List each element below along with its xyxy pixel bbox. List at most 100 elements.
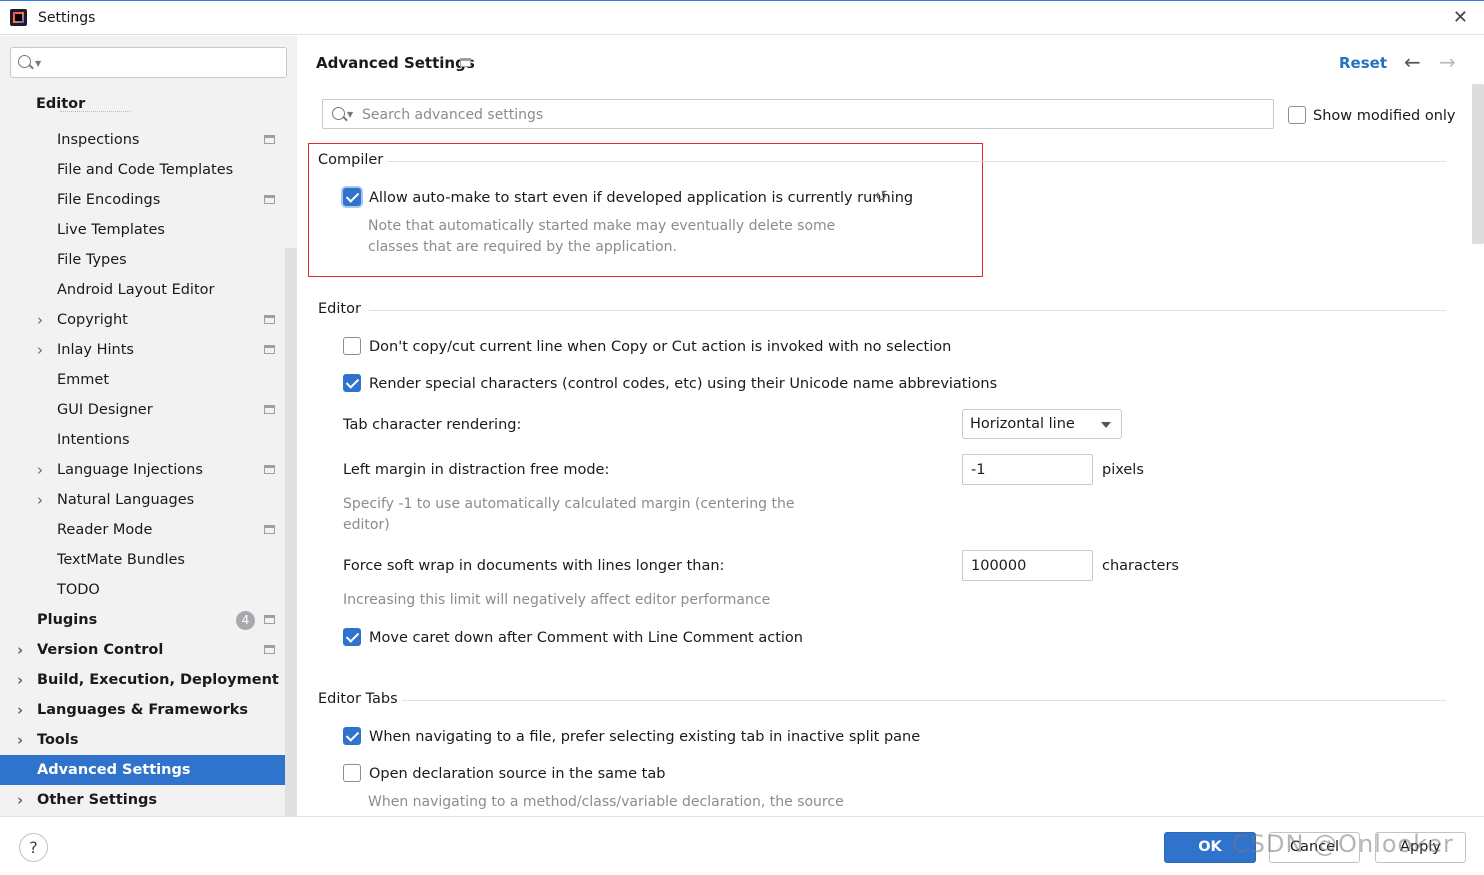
undo-icon[interactable]: ↺ <box>875 187 888 205</box>
advanced-settings-search-input[interactable] <box>362 104 1262 125</box>
sidebar-item-label: Advanced Settings <box>37 762 191 778</box>
show-modified-only-label: Show modified only <box>1313 108 1456 124</box>
sidebar-item-natural-languages[interactable]: › Natural Languages <box>0 485 285 515</box>
section-title-editor-tabs: Editor Tabs <box>318 691 398 707</box>
scrolled-item-remnant <box>60 108 130 112</box>
help-button[interactable]: ? <box>19 833 48 862</box>
section-divider <box>369 310 1446 311</box>
csdn-watermark: CSDN @Onlooker <box>1232 830 1454 858</box>
sidebar-item-intentions[interactable]: Intentions <box>0 425 285 455</box>
sidebar-item-reader-mode[interactable]: Reader Mode <box>0 515 285 545</box>
sidebar-item-plugins[interactable]: Plugins 4 <box>0 605 285 635</box>
sidebar-item-label: Languages & Frameworks <box>37 702 249 718</box>
chevron-down-icon: ▼ <box>347 110 354 119</box>
plugins-update-badge: 4 <box>236 611 255 630</box>
sidebar-item-emmet[interactable]: Emmet <box>0 365 285 395</box>
sidebar-item-inspections[interactable]: Inspections <box>0 125 285 155</box>
prefer-existing-tab-label: When navigating to a file, prefer select… <box>369 729 921 745</box>
sidebar-item-label: File Types <box>57 252 127 268</box>
sidebar-item-label: Live Templates <box>57 222 165 238</box>
sidebar-scrollbar[interactable] <box>285 248 297 816</box>
no-copy-line-label: Don't copy/cut current line when Copy or… <box>369 339 952 355</box>
left-margin-label: Left margin in distraction free mode: <box>343 462 610 478</box>
chevron-right-icon[interactable]: › <box>37 335 43 365</box>
sidebar-item-version-control[interactable]: › Version Control <box>0 635 285 665</box>
left-margin-unit: pixels <box>1102 462 1144 478</box>
open-declaration-same-tab-checkbox[interactable] <box>343 764 361 782</box>
sidebar-item-label: Copyright <box>57 312 128 328</box>
sidebar-item-tools[interactable]: › Tools <box>0 725 285 755</box>
page-title: Advanced Settings <box>316 54 475 72</box>
sidebar-item-file-types[interactable]: File Types <box>0 245 285 275</box>
project-scope-icon <box>264 465 275 474</box>
left-margin-note-line-2: editor) <box>343 517 390 533</box>
render-special-chars-checkbox[interactable] <box>343 374 361 392</box>
project-scope-icon <box>264 315 275 324</box>
tab-rendering-value: Horizontal line <box>970 416 1075 432</box>
show-modified-only-checkbox[interactable] <box>1288 106 1306 124</box>
project-scope-icon <box>264 405 275 414</box>
project-scope-icon <box>460 58 471 67</box>
chevron-right-icon[interactable]: › <box>37 485 43 515</box>
arrow-right-icon[interactable]: → <box>1439 50 1456 74</box>
sidebar-item-todo[interactable]: TODO <box>0 575 285 605</box>
reset-link[interactable]: Reset <box>1339 54 1387 72</box>
sidebar-item-inlay-hints[interactable]: › Inlay Hints <box>0 335 285 365</box>
auto-make-checkbox[interactable] <box>343 188 361 206</box>
project-scope-icon <box>264 525 275 534</box>
sidebar-item-label: File and Code Templates <box>57 162 234 178</box>
close-icon[interactable]: ✕ <box>1453 7 1468 28</box>
sidebar-item-languages-frameworks[interactable]: › Languages & Frameworks <box>0 695 285 725</box>
advanced-settings-search[interactable]: ▼ <box>322 99 1274 129</box>
sidebar-item-language-injections[interactable]: › Language Injections <box>0 455 285 485</box>
chevron-right-icon[interactable]: › <box>17 635 23 665</box>
sidebar-item-advanced-settings[interactable]: Advanced Settings <box>0 755 297 785</box>
no-copy-line-checkbox[interactable] <box>343 337 361 355</box>
intellij-app-icon <box>10 9 27 26</box>
sidebar-item-file-encodings[interactable]: File Encodings <box>0 185 285 215</box>
sidebar-item-label: Version Control <box>37 642 164 658</box>
sidebar-item-copyright[interactable]: › Copyright <box>0 305 285 335</box>
sidebar-item-label: Other Settings <box>37 792 158 808</box>
sidebar-item-label: Build, Execution, Deployment <box>37 672 279 688</box>
chevron-right-icon[interactable]: › <box>37 455 43 485</box>
move-caret-checkbox[interactable] <box>343 628 361 646</box>
sidebar-item-android-layout-editor[interactable]: Android Layout Editor <box>0 275 285 305</box>
auto-make-label: Allow auto-make to start even if develop… <box>369 190 914 206</box>
chevron-right-icon[interactable]: › <box>17 785 23 815</box>
chevron-right-icon[interactable]: › <box>17 725 23 755</box>
auto-make-note-line-2: classes that are required by the applica… <box>368 239 677 255</box>
project-scope-icon <box>264 195 275 204</box>
soft-wrap-input[interactable] <box>962 550 1093 581</box>
sidebar-item-label: TextMate Bundles <box>57 552 185 568</box>
sidebar-item-label: Reader Mode <box>57 522 153 538</box>
sidebar-item-other-settings[interactable]: › Other Settings <box>0 785 285 815</box>
prefer-existing-tab-checkbox[interactable] <box>343 727 361 745</box>
move-caret-label: Move caret down after Comment with Line … <box>369 630 803 646</box>
settings-sidebar: ▼ Editor Inspections File and Code Templ… <box>0 36 297 816</box>
advanced-settings-panel: Advanced Settings Reset ← → ▼ Show modif… <box>297 36 1484 816</box>
main-scrollbar[interactable] <box>1472 84 1484 244</box>
tab-rendering-dropdown[interactable]: Horizontal line <box>962 409 1122 439</box>
chevron-right-icon[interactable]: › <box>17 695 23 725</box>
project-scope-icon <box>264 135 275 144</box>
section-title-editor: Editor <box>318 301 361 317</box>
sidebar-item-file-and-code-templates[interactable]: File and Code Templates <box>0 155 285 185</box>
arrow-left-icon[interactable]: ← <box>1404 50 1421 74</box>
sidebar-item-label: Android Layout Editor <box>57 282 215 298</box>
sidebar-item-gui-designer[interactable]: GUI Designer <box>0 395 285 425</box>
tab-rendering-label: Tab character rendering: <box>343 417 522 433</box>
project-scope-icon <box>264 615 275 624</box>
project-scope-icon <box>264 645 275 654</box>
search-icon <box>18 55 31 68</box>
chevron-right-icon[interactable]: › <box>37 305 43 335</box>
sidebar-item-build-execution-deployment[interactable]: › Build, Execution, Deployment <box>0 665 285 695</box>
project-scope-icon <box>264 345 275 354</box>
window-title: Settings <box>38 10 96 26</box>
sidebar-item-live-templates[interactable]: Live Templates <box>0 215 285 245</box>
sidebar-item-label: Language Injections <box>57 462 203 478</box>
sidebar-item-textmate-bundles[interactable]: TextMate Bundles <box>0 545 285 575</box>
chevron-right-icon[interactable]: › <box>17 665 23 695</box>
left-margin-input[interactable] <box>962 454 1093 485</box>
sidebar-search-input[interactable]: ▼ <box>10 47 287 78</box>
